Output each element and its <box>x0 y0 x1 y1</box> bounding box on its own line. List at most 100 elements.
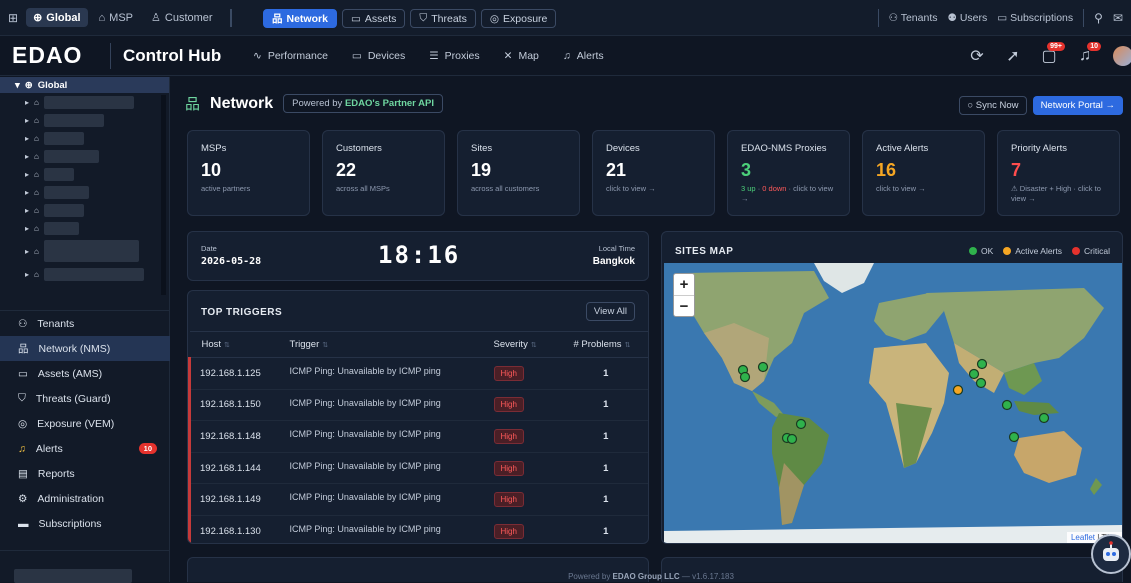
top-link-subscriptions[interactable]: ▭ Subscriptions <box>997 12 1073 24</box>
host-cell: 192.168.1.144 <box>188 452 278 485</box>
tree-node[interactable]: ▸ ⌂ <box>0 165 169 183</box>
table-row[interactable]: 192.168.1.125 ICMP Ping: Unavailable by … <box>188 357 648 390</box>
redacted-name <box>43 267 144 281</box>
col-problems[interactable]: # Problems ⇅ <box>561 331 648 358</box>
apps-grid-icon[interactable]: ⊞ <box>8 11 18 25</box>
caret-down-icon: ▾ <box>15 79 20 91</box>
card-msps[interactable]: MSPs 10 active partners <box>187 130 310 216</box>
sync-now-button[interactable]: ○ Sync Now <box>959 96 1027 115</box>
mail-icon[interactable]: ✉ <box>1113 11 1123 25</box>
site-marker-ok[interactable] <box>1038 412 1050 424</box>
refresh-icon[interactable]: ⟳ <box>969 48 985 65</box>
tree-node[interactable]: ▸ ⌂ <box>0 93 169 111</box>
site-marker-ok[interactable] <box>786 433 798 445</box>
sidebar-item-assets[interactable]: ▭ Assets (AMS) <box>0 361 170 386</box>
product-assets[interactable]: ▭ Assets <box>341 9 406 28</box>
redacted-name <box>43 203 84 217</box>
sidebar-item-reports[interactable]: ▤ Reports <box>0 461 170 486</box>
help-icon[interactable]: ⚲ <box>1094 11 1103 25</box>
col-host[interactable]: Host ⇅ <box>189 331 278 358</box>
sidebar-item-network[interactable]: 品 Network (NMS) <box>0 336 170 361</box>
site-marker-ok[interactable] <box>968 368 980 380</box>
site-marker-ok[interactable] <box>739 371 751 383</box>
world-map[interactable]: + − Leaflet | Tiles <box>664 263 1122 543</box>
card-value: 19 <box>471 160 492 180</box>
tree-node[interactable]: ▸ ⌂ <box>0 129 169 147</box>
severity-badge: High <box>493 492 524 508</box>
sidebar-item-alerts[interactable]: ♫ Alerts 10 <box>0 436 170 461</box>
tree-node[interactable]: ▸ ⌂ <box>0 237 169 265</box>
leaflet-link[interactable]: Leaflet <box>1071 533 1095 542</box>
site-marker-ok[interactable] <box>795 418 807 430</box>
rocket-icon[interactable]: ➚ <box>1005 48 1021 65</box>
table-row[interactable]: 192.168.1.144 ICMP Ping: Unavailable by … <box>188 452 648 485</box>
product-exposure[interactable]: ◎ Exposure <box>480 9 557 28</box>
notifications-icon[interactable]: ♫ 10 <box>1077 42 1101 64</box>
top-link-users[interactable]: ⚉ Users <box>948 12 988 24</box>
tree-node[interactable]: ▸ ⌂ <box>0 265 169 283</box>
site-marker-alert[interactable] <box>952 384 964 396</box>
product-network[interactable]: 品 Network <box>263 9 337 28</box>
nav-performance[interactable]: ∿ Performance <box>253 50 328 62</box>
tree-node[interactable]: ▸ ⌂ <box>0 219 169 237</box>
sidebar-item-administration[interactable]: ⚙ Administration <box>0 486 170 511</box>
trigger-cell: ICMP Ping: Unavailable by ICMP ping <box>277 357 482 390</box>
site-marker-ok[interactable] <box>757 361 769 373</box>
card-sub: across all customers <box>471 184 540 193</box>
sidebar-user[interactable] <box>0 550 170 583</box>
nav-devices[interactable]: ▭ Devices <box>352 50 405 62</box>
nav-alerts[interactable]: ♫ Alerts <box>563 50 604 62</box>
gear-icon: ⚙ <box>18 492 28 505</box>
scope-global[interactable]: ⊕ Global <box>26 8 88 27</box>
card-priority-alerts[interactable]: Priority Alerts 7 ⚠ Disaster + High · cl… <box>997 130 1120 216</box>
sidebar-item-exposure[interactable]: ◎ Exposure (VEM) <box>0 411 170 436</box>
tree-root-global[interactable]: ▾ ⊕ Global <box>0 77 169 93</box>
zoom-out-button[interactable]: − <box>674 295 694 316</box>
tree-node[interactable]: ▸ ⌂ <box>0 111 169 129</box>
table-row[interactable]: 192.168.1.150 ICMP Ping: Unavailable by … <box>188 389 648 422</box>
host-cell: 192.168.1.125 <box>188 357 278 390</box>
clock-time: 18:16 <box>378 241 461 269</box>
card-value: 21 <box>606 160 627 180</box>
messages-badge: 99+ <box>1047 42 1065 51</box>
redacted-name <box>43 240 139 262</box>
sidebar-item-tenants[interactable]: ⚇ Tenants <box>0 311 170 336</box>
site-marker-ok[interactable] <box>1001 399 1013 411</box>
card-proxies[interactable]: EDAO-NMS Proxies 3 3 up · 0 down · click… <box>727 130 850 216</box>
col-severity[interactable]: Severity ⇅ <box>481 331 562 358</box>
messages-icon[interactable]: ▢ 99+ <box>1041 42 1065 65</box>
card-devices[interactable]: Devices 21 click to view → <box>592 130 715 216</box>
top-link-tenants[interactable]: ⚇ Tenants <box>889 12 938 24</box>
table-row[interactable]: 192.168.1.148 ICMP Ping: Unavailable by … <box>188 420 648 453</box>
card-sites[interactable]: Sites 19 across all customers <box>457 130 580 216</box>
site-marker-ok[interactable] <box>975 377 987 389</box>
panel-title: TOP TRIGGERS <box>201 307 283 318</box>
site-marker-ok[interactable] <box>976 358 988 370</box>
table-row[interactable]: 192.168.1.130 ICMP Ping: Unavailable by … <box>188 515 648 543</box>
trigger-cell: ICMP Ping: Unavailable by ICMP ping <box>277 515 482 543</box>
scope-customer[interactable]: ♙ Customer <box>144 8 220 27</box>
col-trigger[interactable]: Trigger ⇅ <box>277 331 482 358</box>
table-row[interactable]: 192.168.1.149 ICMP Ping: Unavailable by … <box>188 483 648 516</box>
assistant-bot-icon[interactable] <box>1091 534 1131 574</box>
zoom-in-button[interactable]: + <box>674 274 694 295</box>
tree-node[interactable]: ▸ ⌂ <box>0 147 169 165</box>
scope-msp[interactable]: ⌂ MSP <box>92 9 141 27</box>
sort-icon: ⇅ <box>224 342 230 349</box>
sidebar-item-threats[interactable]: ⛉ Threats (Guard) <box>0 386 170 411</box>
avatar[interactable] <box>1113 46 1131 66</box>
site-marker-ok[interactable] <box>1008 431 1020 443</box>
view-all-button[interactable]: View All <box>585 302 635 321</box>
tree-scrollbar[interactable] <box>161 95 166 295</box>
product-threats[interactable]: ⛉ Threats <box>410 9 476 28</box>
sidebar-item-subscriptions[interactable]: ▬ Subscriptions <box>0 511 170 536</box>
network-portal-button[interactable]: Network Portal → <box>1032 96 1123 115</box>
card-customers[interactable]: Customers 22 across all MSPs <box>322 130 445 216</box>
nav-map[interactable]: ✕ Map <box>504 50 539 62</box>
card-active-alerts[interactable]: Active Alerts 16 click to view → <box>862 130 985 216</box>
tree-node[interactable]: ▸ ⌂ <box>0 183 169 201</box>
bell-icon: ♫ <box>18 442 26 455</box>
redacted-name <box>43 131 84 145</box>
tree-node[interactable]: ▸ ⌂ <box>0 201 169 219</box>
nav-proxies[interactable]: ☰ Proxies <box>429 50 479 62</box>
